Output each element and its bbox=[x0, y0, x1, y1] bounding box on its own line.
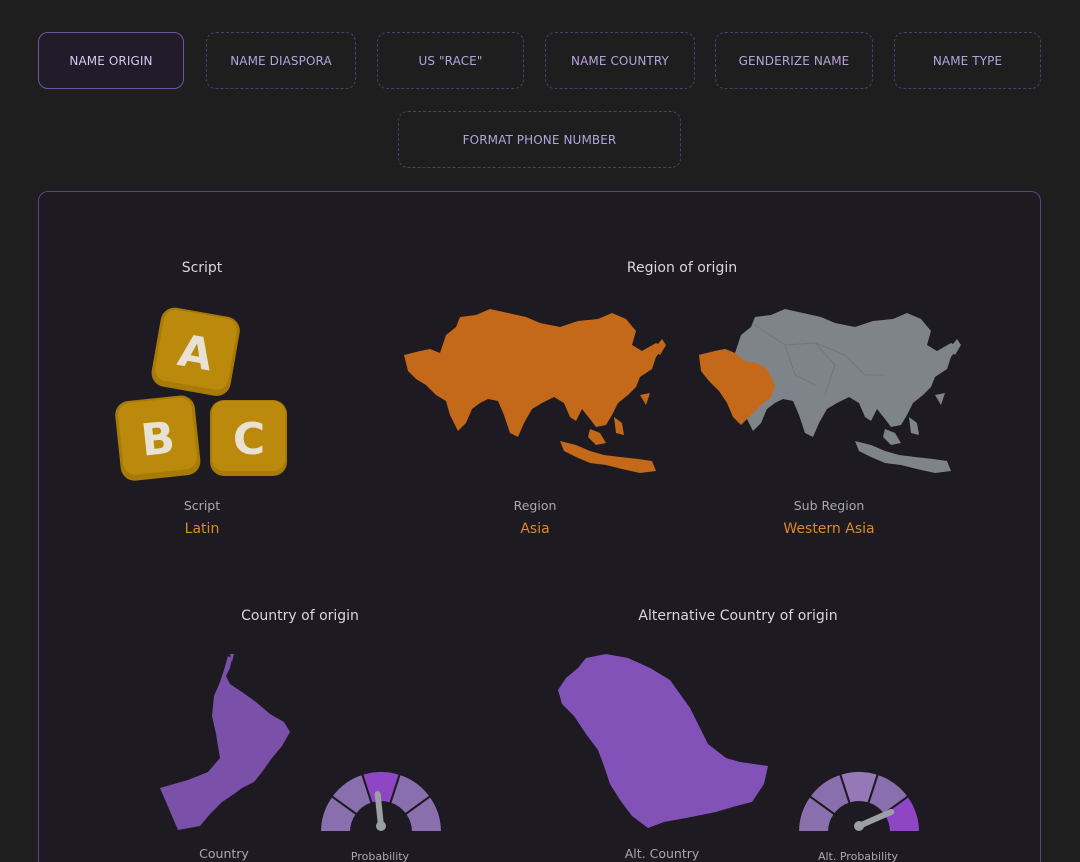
gauge-hub bbox=[376, 821, 386, 831]
script-value: Latin bbox=[184, 521, 220, 537]
country-section-title: Country of origin bbox=[241, 608, 359, 624]
region-value: Asia bbox=[520, 521, 550, 537]
abc-blocks-icon: A B C bbox=[115, 307, 287, 481]
name-origin-page: NAME ORIGIN NAME DIASPORA US "RACE" NAME… bbox=[0, 0, 1080, 862]
alt-probability-gauge-icon bbox=[796, 770, 922, 833]
probability-label: Probability bbox=[350, 850, 410, 862]
alt-probability-label: Alt. Probability bbox=[817, 850, 899, 862]
saudi-arabia-map-icon bbox=[558, 654, 768, 828]
tab-genderize-name[interactable]: GENDERIZE NAME bbox=[715, 32, 873, 89]
alt-country-section-title: Alternative Country of origin bbox=[638, 608, 838, 624]
probability-gauge-icon bbox=[318, 770, 444, 833]
script-section-title: Script bbox=[181, 260, 223, 276]
tab-format-phone-number[interactable]: FORMAT PHONE NUMBER bbox=[398, 111, 681, 168]
tab-name-type[interactable]: NAME TYPE bbox=[894, 32, 1041, 89]
script-label: Script bbox=[183, 498, 221, 513]
oman-map-icon bbox=[160, 654, 290, 830]
block-letter-b: B bbox=[139, 412, 178, 466]
block-letter-c: C bbox=[233, 414, 265, 465]
tab-us-race[interactable]: US "RACE" bbox=[377, 32, 524, 89]
tab-name-country[interactable]: NAME COUNTRY bbox=[545, 32, 695, 89]
tab-name-diaspora[interactable]: NAME DIASPORA bbox=[206, 32, 356, 89]
alt-country-label: Alt. Country bbox=[624, 846, 700, 861]
country-label: Country bbox=[199, 846, 249, 861]
subregion-value: Western Asia bbox=[783, 521, 875, 537]
subregion-label: Sub Region bbox=[793, 498, 865, 513]
gauge-hub bbox=[854, 821, 864, 831]
tab-name-origin[interactable]: NAME ORIGIN bbox=[38, 32, 184, 89]
western-asia-map-icon bbox=[699, 309, 961, 473]
region-section-title: Region of origin bbox=[626, 260, 738, 276]
asia-map-icon bbox=[404, 309, 666, 473]
region-label: Region bbox=[513, 498, 557, 513]
